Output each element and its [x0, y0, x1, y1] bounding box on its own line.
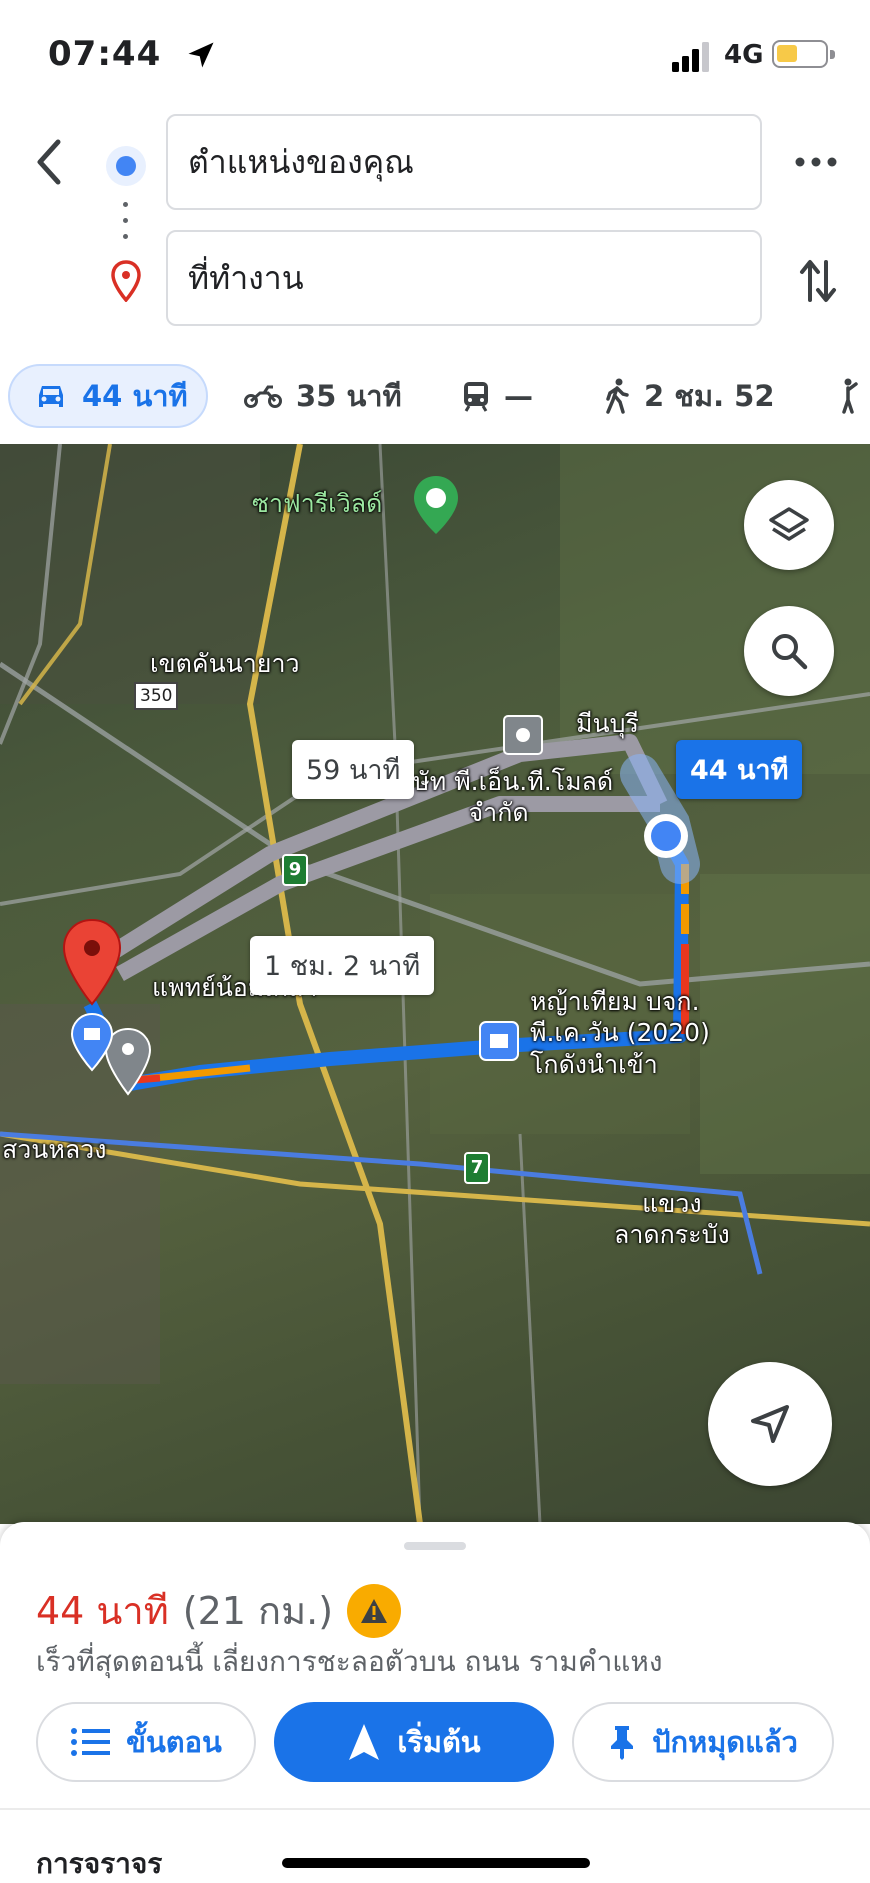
list-icon [71, 1728, 111, 1756]
highway-9-shield: 9 [282, 854, 308, 886]
mode-transit[interactable]: — [462, 364, 533, 428]
directions-header: ตำแหน่งของคุณ ที่ทำงาน [0, 110, 870, 350]
start-button-label: เริ่มต้น [397, 1725, 481, 1759]
layers-icon [769, 507, 809, 541]
map-roads-and-routes [0, 444, 870, 1524]
label-safari-world[interactable]: ซาฟารีเวิลด์ [252, 488, 382, 519]
route-label-alt-62[interactable]: 1 ชม. 2 นาที [250, 936, 435, 995]
layers-button[interactable] [744, 480, 834, 570]
label-suanluang[interactable]: สวนหลวง [2, 1134, 106, 1165]
mode-transit-label: — [504, 379, 533, 413]
pushpin-icon [611, 1726, 634, 1760]
origin-input[interactable]: ตำแหน่งของคุณ [166, 114, 762, 210]
route-dots-icon [123, 202, 129, 244]
map-search-button[interactable] [744, 606, 834, 696]
route-eta: 44 นาที (21 กม.) [36, 1580, 402, 1641]
status-time: 07:44 [48, 34, 162, 74]
label-grass-warehouse[interactable]: หญ้าเทียม บจก. พี.เค.วัน (2020) โกดังนำเ… [530, 986, 710, 1080]
label-pnt-mold-company[interactable]: บริษัท พี.เอ็น.ที.โมลด์ จำกัด [384, 766, 613, 829]
navigation-start-icon [349, 1724, 380, 1760]
highway-7-shield: 7 [464, 1152, 490, 1184]
warning-icon[interactable] [347, 1583, 402, 1638]
ride-icon [842, 378, 858, 414]
network-type: 4G [724, 40, 764, 70]
route-label-alt-59[interactable]: 59 นาที [292, 740, 415, 799]
battery-icon [772, 40, 835, 68]
steps-button[interactable]: ขั้นตอน [36, 1702, 256, 1782]
mode-ride[interactable] [838, 364, 870, 428]
recenter-button[interactable] [708, 1362, 832, 1486]
car-icon [39, 386, 63, 407]
destination-input[interactable]: ที่ทำงาน [166, 230, 762, 326]
more-options-icon[interactable] [794, 150, 838, 174]
pinned-button-label: ปักหมุดแล้ว [652, 1725, 798, 1759]
pinned-button[interactable]: ปักหมุดแล้ว [572, 1702, 834, 1782]
steps-button-label: ขั้นตอน [126, 1725, 222, 1759]
mode-motorcycle[interactable]: 35 นาที [244, 364, 402, 428]
label-khannayao[interactable]: เขตคันนายาว [150, 648, 300, 679]
mode-walking[interactable]: 2 ชม. 52 [604, 364, 775, 428]
route-distance: (21 กม.) [182, 1589, 334, 1633]
status-bar: 07:44 4G [0, 0, 870, 110]
mode-driving-label: 44 นาที [82, 379, 188, 413]
label-latkrabang[interactable]: แขวง ลาดกระบัง [614, 1188, 730, 1251]
search-icon [772, 634, 808, 670]
route-summary-text: เร็วที่สุดตอนนี้ เลี่ยงการชะลอตัวบน ถนน … [36, 1645, 663, 1678]
location-arrow-icon [188, 42, 214, 68]
route-350-shield: 350 [134, 682, 179, 710]
travel-modes: 44 นาที 35 นาที — 2 ชม. 52 [0, 356, 870, 436]
navigation-arrow-icon [751, 1405, 789, 1443]
motorcycle-icon [244, 385, 282, 408]
destination-pin-icon [111, 260, 141, 302]
route-summary-sheet: 44 นาที (21 กม.) เร็วที่สุดตอนนี้ เลี่ยง… [0, 1522, 870, 1883]
route-label-main[interactable]: 44 นาที [676, 740, 803, 799]
transit-icon [464, 382, 488, 412]
signal-icon [672, 42, 709, 72]
mode-motorcycle-label: 35 นาที [296, 379, 402, 413]
traffic-section-title: การจราจร [36, 1847, 163, 1880]
mode-walking-label: 2 ชม. 52 [644, 379, 775, 413]
start-navigation-button[interactable]: เริ่มต้น [274, 1702, 554, 1782]
origin-dot-icon [106, 146, 146, 186]
walk-icon [606, 378, 629, 414]
swap-icon[interactable] [796, 256, 840, 306]
home-indicator [282, 1858, 590, 1868]
label-minburi[interactable]: มีนบุรี [576, 708, 639, 739]
route-duration: 44 นาที [36, 1589, 169, 1633]
back-arrow-icon[interactable] [30, 132, 70, 192]
sheet-divider [0, 1808, 870, 1810]
sheet-drag-handle[interactable] [404, 1542, 466, 1550]
map-view[interactable]: ซาฟารีเวิลด์ เขตคันนายาว 350 มีนบุรี บริ… [0, 444, 870, 1524]
mode-driving[interactable]: 44 นาที [8, 364, 208, 428]
